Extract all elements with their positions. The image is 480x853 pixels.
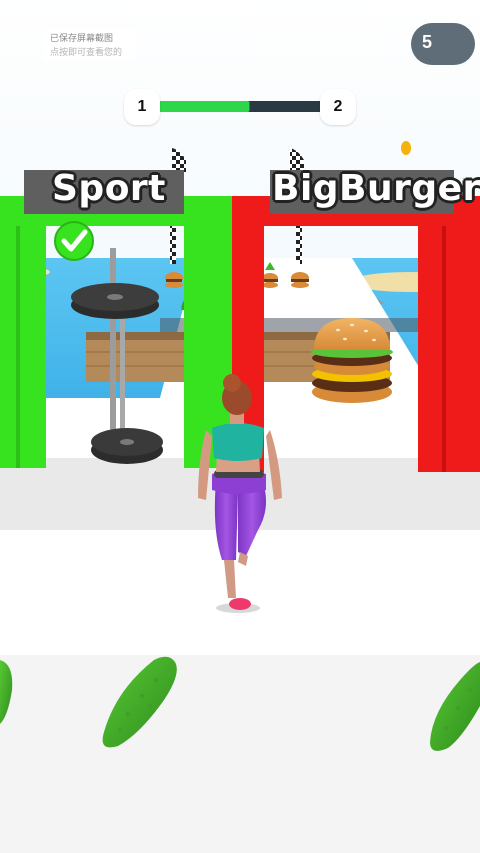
coin-count: 5 bbox=[421, 32, 432, 52]
current-level-badge: 1 bbox=[124, 89, 160, 125]
status-indicator-icon: ▮ bbox=[465, 2, 470, 12]
burger-icon bbox=[262, 273, 278, 288]
burger-icon bbox=[311, 318, 393, 403]
coin-icon bbox=[401, 141, 411, 155]
check-icon bbox=[54, 221, 94, 261]
next-level-badge: 2 bbox=[320, 89, 356, 125]
sport-gate-label: Sport bbox=[52, 168, 166, 209]
level-progress-fill bbox=[156, 101, 250, 112]
level-progress bbox=[156, 101, 326, 112]
bigburger-gate-label: BigBurger bbox=[272, 168, 480, 209]
burger-icon bbox=[165, 272, 183, 288]
finish-flag-icon bbox=[296, 226, 302, 264]
finish-flag-icon bbox=[170, 226, 176, 264]
screenshot-toast[interactable]: 已保存屏幕截图 点按即可查看您的 bbox=[44, 29, 136, 61]
burger-icon bbox=[291, 272, 309, 288]
toast-subtitle: 点按即可查看您的 bbox=[50, 48, 123, 58]
game-scene bbox=[0, 0, 480, 853]
toast-title: 已保存屏幕截图 bbox=[50, 34, 114, 44]
